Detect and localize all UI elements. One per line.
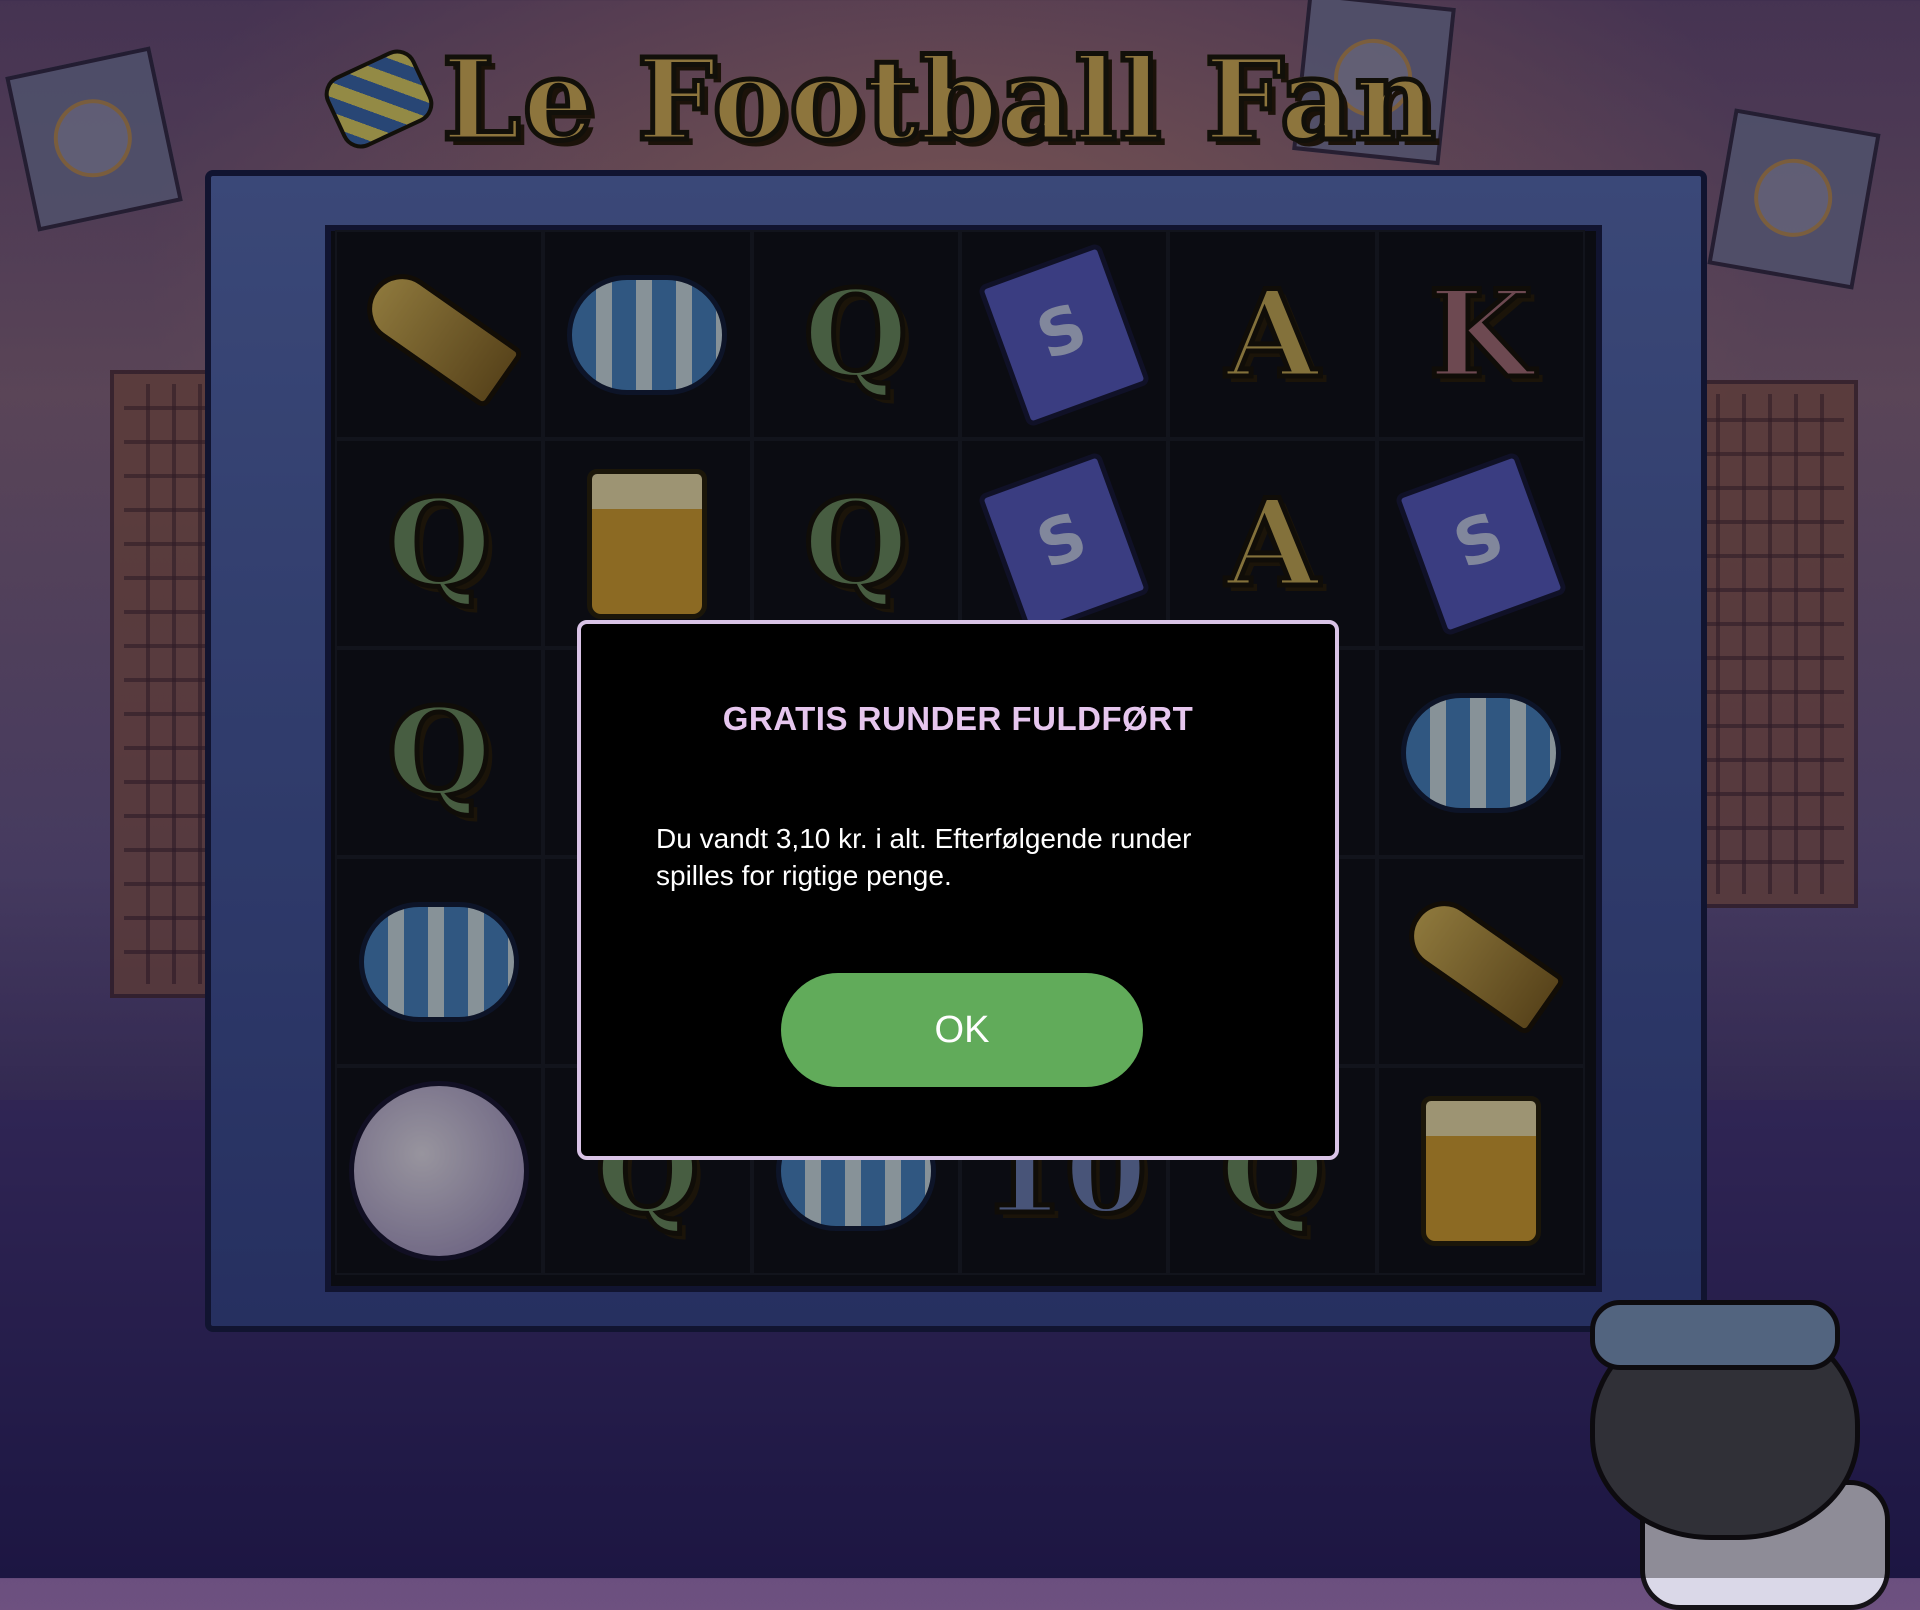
- dialog-message: Du vandt 3,10 kr. i alt. Efterfølgende r…: [656, 823, 1192, 891]
- dialog-title: GRATIS RUNDER FULDFØRT: [722, 700, 1194, 737]
- free-spins-complete-dialog: GRATIS RUNDER FULDFØRT Du vandt 3,10 kr.…: [577, 620, 1339, 1160]
- ok-button[interactable]: OK: [781, 973, 1143, 1087]
